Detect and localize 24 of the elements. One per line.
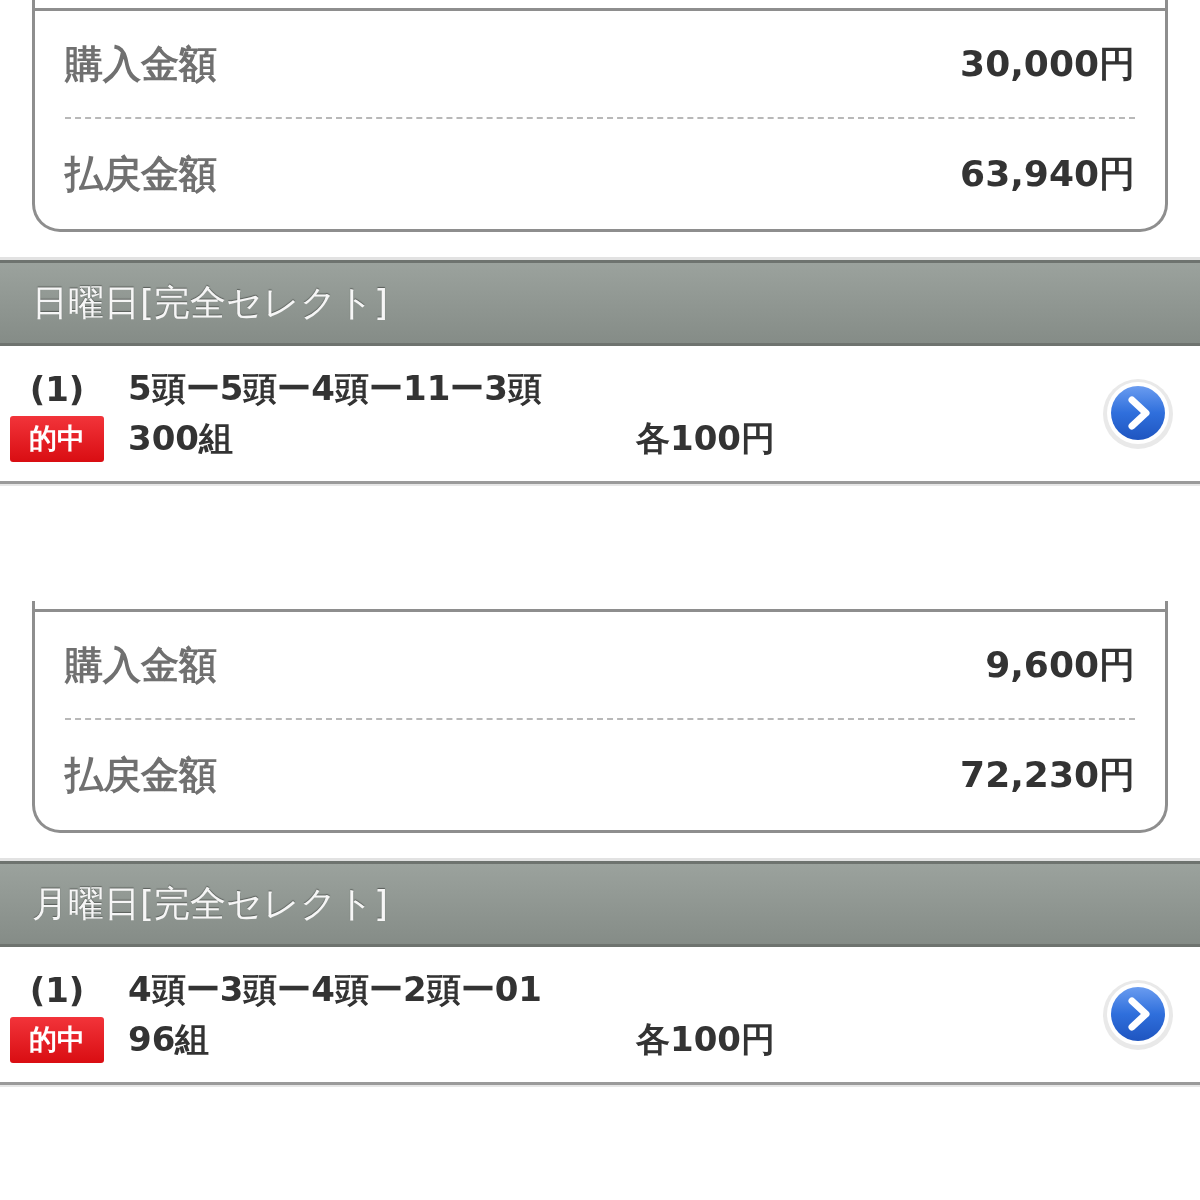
summary-label: 払戻金額 bbox=[65, 751, 217, 799]
summary-amount: 30,000円 bbox=[960, 41, 1135, 86]
summary-label: 払戻金額 bbox=[65, 150, 217, 198]
detail-button[interactable] bbox=[1102, 377, 1174, 450]
detail-button[interactable] bbox=[1102, 978, 1174, 1051]
bet-combination: 5頭ー5頭ー4頭ー11ー3頭 bbox=[128, 366, 543, 410]
bet-sets: 96組 bbox=[128, 1017, 211, 1061]
unit-price: 各100円 bbox=[636, 416, 775, 460]
section-title: 日曜日[完全セレクト] bbox=[32, 280, 389, 325]
hit-badge: 的中 bbox=[10, 1016, 104, 1063]
bet-sets: 300組 bbox=[128, 416, 234, 460]
bet-combination: 4頭ー3頭ー4頭ー2頭ー01 bbox=[128, 967, 543, 1011]
bet-number: (1) bbox=[29, 368, 85, 409]
bet-number: (1) bbox=[29, 969, 85, 1010]
hit-badge: 的中 bbox=[10, 415, 104, 462]
chevron-right-icon bbox=[1102, 377, 1174, 450]
summary-amount: 63,940円 bbox=[960, 151, 1135, 196]
section-title: 月曜日[完全セレクト] bbox=[32, 881, 389, 926]
summary-amount: 9,600円 bbox=[985, 642, 1135, 687]
summary-label: 購入金額 bbox=[65, 40, 217, 88]
chevron-right-icon bbox=[1102, 978, 1174, 1051]
summary-label: 購入金額 bbox=[65, 641, 217, 689]
summary-amount: 72,230円 bbox=[960, 752, 1135, 797]
unit-price: 各100円 bbox=[636, 1017, 775, 1061]
